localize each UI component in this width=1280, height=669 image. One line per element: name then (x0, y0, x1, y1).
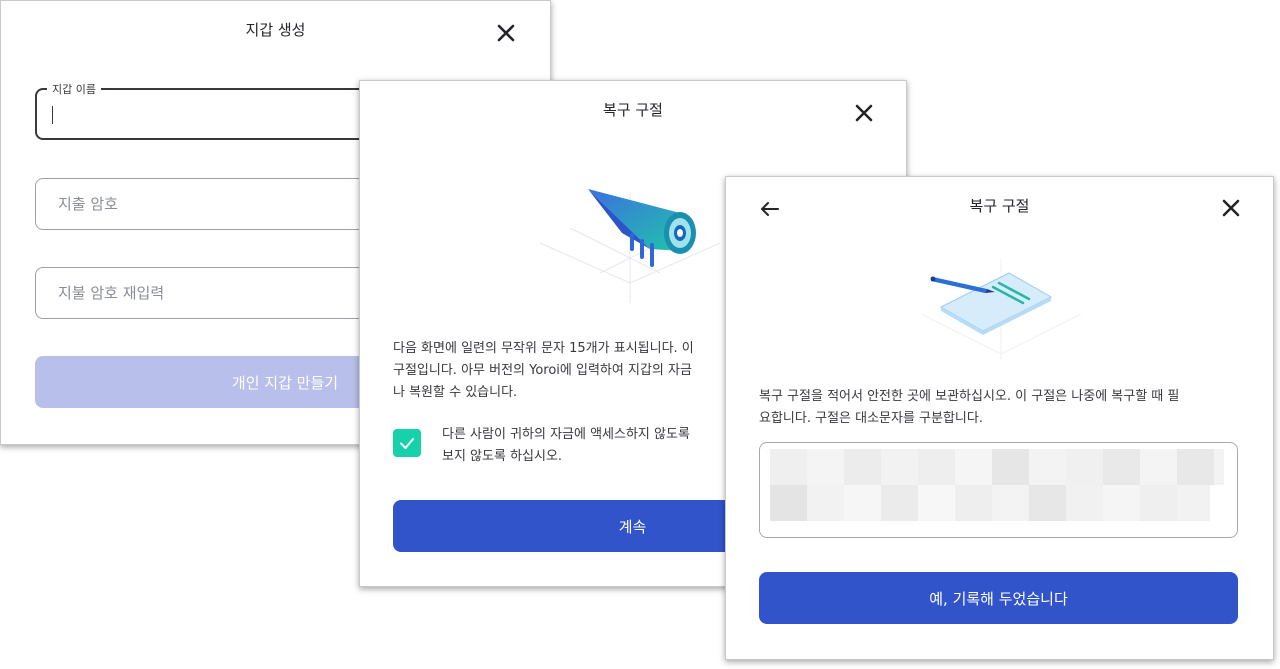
write-paragraph: 복구 구절을 적어서 안전한 곳에 보관하십시오. 이 구절은 나중에 복구할 … (759, 386, 1259, 430)
confirm-written-button[interactable]: 예, 기록해 두었습니다 (759, 572, 1238, 624)
continue-button-label: 계속 (618, 517, 647, 536)
wallet-name-label: 지갑 이름 (47, 81, 101, 97)
notepad-pen-illustration (921, 259, 1081, 359)
close-icon (497, 24, 515, 42)
write-paragraph-line: 복구 구절을 적어서 안전한 곳에 보관하십시오. 이 구절은 나중에 복구할 … (759, 389, 1180, 404)
dialog-title: 지갑 생성 (245, 21, 306, 39)
create-wallet-button-label: 개인 지갑 만들기 (231, 373, 339, 392)
acknowledge-checkbox[interactable] (393, 429, 421, 457)
close-icon (1222, 199, 1240, 217)
text-caret (52, 106, 53, 124)
repeat-password-placeholder: 지불 암호 재입력 (58, 284, 165, 302)
close-button[interactable] (1220, 197, 1242, 219)
telescope-illustration (539, 189, 721, 303)
blurred-recovery-phrase (770, 449, 1224, 521)
close-button[interactable] (853, 102, 875, 124)
recovery-phrase-box (759, 442, 1238, 538)
confirm-written-button-label: 예, 기록해 두었습니다 (929, 589, 1068, 608)
spending-password-placeholder: 지출 암호 (58, 195, 118, 213)
close-button[interactable] (495, 22, 517, 44)
dialog-title: 복구 구절 (603, 101, 663, 119)
write-paragraph-line: 요합니다. 구절은 대소문자를 구분합니다. (759, 411, 983, 426)
recovery-phrase-write-dialog: 복구 구절 복구 구절을 적어서 안전한 곳에 보관하십시오. 이 구절은 나중… (725, 176, 1274, 660)
dialog-title: 복구 구절 (969, 197, 1030, 215)
checkmark-icon (400, 438, 414, 449)
close-icon (855, 104, 873, 122)
